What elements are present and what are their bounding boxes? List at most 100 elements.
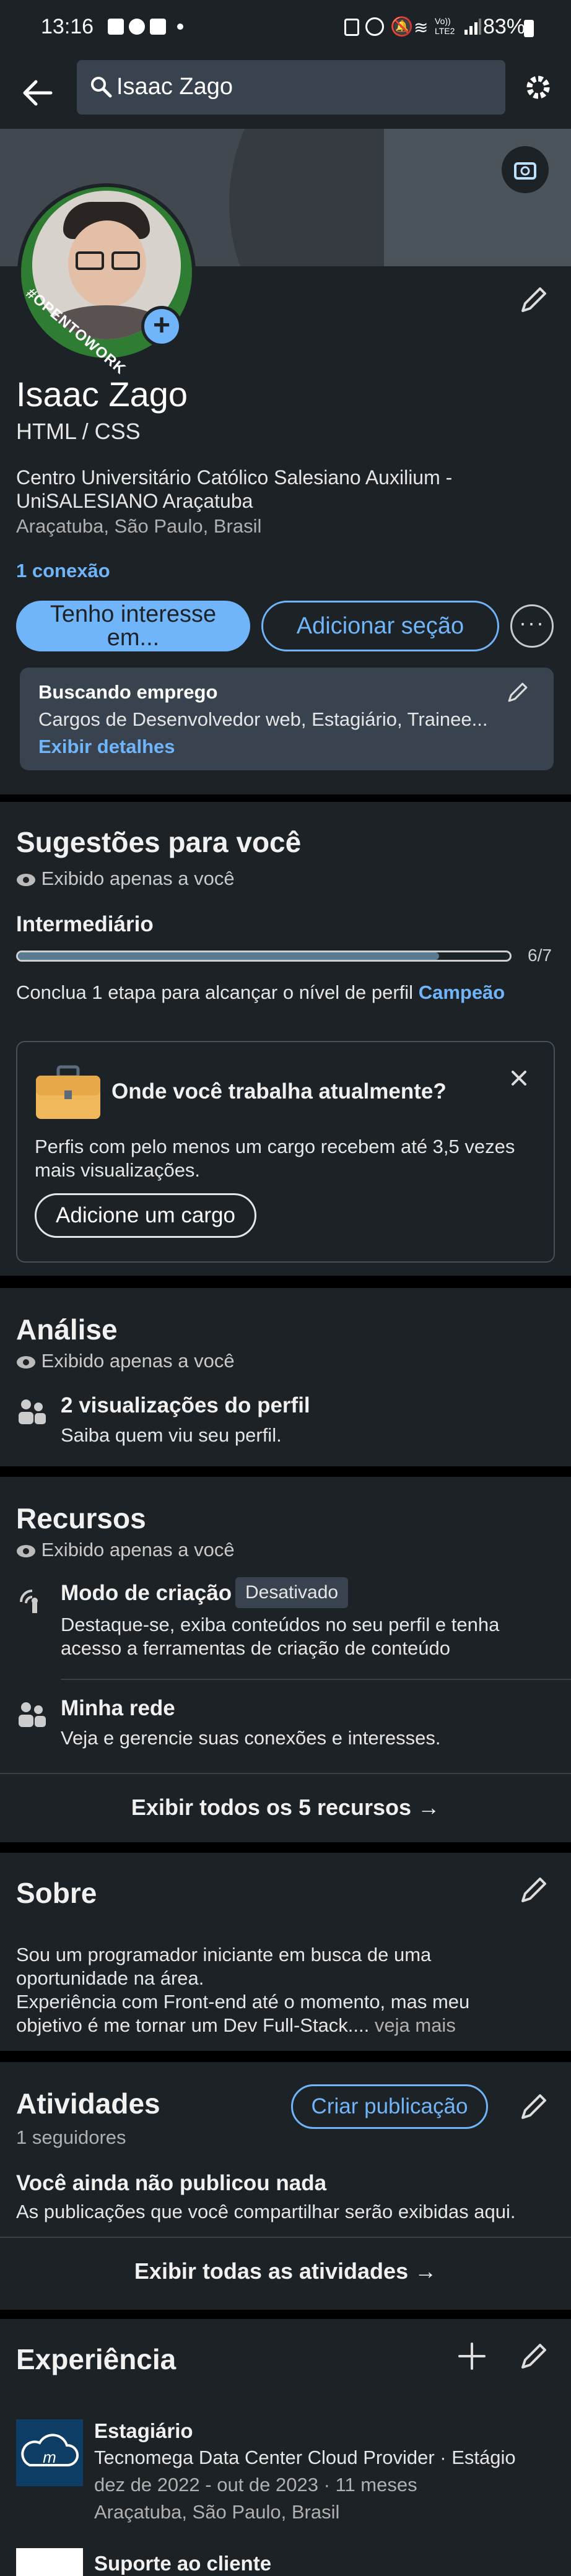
gallery-icon bbox=[108, 19, 124, 35]
resources-title: Recursos bbox=[16, 1502, 146, 1534]
search-input[interactable]: Isaac Zago bbox=[116, 74, 233, 100]
alarm-icon bbox=[365, 17, 384, 36]
signal-icon bbox=[463, 17, 482, 36]
profile-views-item[interactable]: 2 visualizações do perfil Saiba quem viu… bbox=[16, 1393, 555, 1455]
add-position-title: Onde você trabalha atualmente? bbox=[111, 1079, 447, 1103]
wifi-icon: ≋ bbox=[414, 18, 429, 37]
plus-icon: + bbox=[144, 309, 179, 344]
experience-title: Experiência bbox=[16, 2343, 177, 2375]
dismiss-close-icon[interactable] bbox=[507, 1066, 531, 1090]
people-icon bbox=[16, 1396, 47, 1427]
progress-fill bbox=[18, 952, 440, 960]
progress-label: 6/7 bbox=[528, 946, 552, 965]
about-card: Sobre Sou um programador iniciante em bu… bbox=[0, 1853, 571, 2051]
edit-intro-pencil-icon[interactable] bbox=[518, 284, 550, 316]
top-bar: Isaac Zago bbox=[0, 56, 571, 129]
experience-role: Estagiário bbox=[94, 2419, 193, 2442]
edit-job-search-pencil-icon[interactable] bbox=[505, 680, 530, 705]
app-icon bbox=[150, 19, 166, 35]
job-search-details-link[interactable]: Exibir detalhes bbox=[38, 736, 175, 758]
briefcase-icon bbox=[35, 1064, 102, 1120]
search-bar[interactable]: Isaac Zago bbox=[77, 60, 505, 115]
eye-icon bbox=[17, 1544, 35, 1557]
dot-icon bbox=[177, 24, 183, 30]
analytics-card: Análise Exibido apenas a você 2 visualiz… bbox=[0, 1288, 571, 1466]
my-network-text: Veja e gerencie suas conexões e interess… bbox=[61, 1727, 441, 1749]
job-search-title: Buscando emprego bbox=[38, 681, 218, 703]
more-icon: ··· bbox=[519, 610, 545, 635]
experience-item[interactable]: m Estagiário Tecnomega Data Center Cloud… bbox=[16, 2419, 555, 2556]
broadcast-icon bbox=[16, 1583, 47, 1614]
activities-title: Atividades bbox=[16, 2087, 160, 2120]
battery-icon bbox=[524, 20, 534, 37]
experience-dates: dez de 2022 - out de 2023 · 11 meses bbox=[94, 2474, 417, 2496]
profile-views-sub: Saiba quem viu seu perfil. bbox=[61, 1424, 282, 1446]
activities-card: Atividades 1 seguidores Criar publicação… bbox=[0, 2062, 571, 2310]
add-position-button[interactable]: Adicione um cargo bbox=[35, 1193, 256, 1238]
pinterest-icon bbox=[129, 19, 145, 35]
level-hint: Conclua 1 etapa para alcançar o nível de… bbox=[16, 981, 505, 1003]
profile-location: Araçatuba, São Paulo, Brasil bbox=[16, 515, 262, 537]
followers-count: 1 seguidores bbox=[16, 2126, 126, 2148]
resources-card: Recursos Exibido apenas a você Modo de c… bbox=[0, 1477, 571, 1842]
job-search-card[interactable]: Buscando emprego Cargos de Desenvolvedor… bbox=[20, 668, 554, 770]
experience-card: Experiência m Estagiário Tecnomega Data … bbox=[0, 2319, 571, 2576]
add-position-card: Onde você trabalha atualmente? Perfis co… bbox=[16, 1041, 555, 1263]
profile-progress-bar bbox=[16, 951, 512, 962]
suggestions-card: Sugestões para você Exibido apenas a voc… bbox=[0, 802, 571, 1276]
edit-experience-pencil-icon[interactable] bbox=[518, 2340, 550, 2372]
creator-mode-text: Destaque-se, exiba conteúdos no seu perf… bbox=[61, 1614, 500, 1659]
connections-link[interactable]: 1 conexão bbox=[16, 560, 110, 582]
edit-about-pencil-icon[interactable] bbox=[518, 1874, 550, 1906]
suggestions-private-note: Exibido apenas a você bbox=[16, 868, 235, 890]
more-options-button[interactable]: ··· bbox=[510, 604, 554, 648]
company-logo bbox=[16, 2548, 83, 2576]
people-icon bbox=[16, 1699, 47, 1730]
level-target[interactable]: Campeão bbox=[419, 981, 505, 1003]
about-text-line-1: Sou um programador iniciante em busca de… bbox=[16, 1944, 432, 1989]
back-arrow-icon[interactable] bbox=[19, 74, 56, 111]
analytics-private-note: Exibido apenas a você bbox=[16, 1350, 235, 1372]
add-photo-button[interactable]: + bbox=[141, 306, 182, 347]
profile-level: Intermediário bbox=[16, 912, 154, 936]
experience-location: Araçatuba, São Paulo, Brasil bbox=[94, 2501, 340, 2523]
company-logo-cloud-icon: m bbox=[16, 2419, 83, 2486]
creator-mode-title: Modo de criação bbox=[61, 1581, 232, 1605]
add-experience-plus-icon[interactable] bbox=[456, 2340, 488, 2372]
status-bar: 13:16 🔕 ≋ Vo)) LTE2 83% bbox=[0, 0, 571, 56]
show-all-activities-button[interactable]: Exibir todas as atividades → bbox=[0, 2237, 571, 2306]
edit-cover-camera-icon[interactable] bbox=[502, 146, 549, 193]
profile-headline: HTML / CSS bbox=[16, 419, 141, 444]
open-to-button[interactable]: Tenho interesse em... bbox=[16, 601, 250, 651]
no-posts-text: As publicações que você compartilhar ser… bbox=[16, 2201, 516, 2222]
my-network-title: Minha rede bbox=[61, 1696, 175, 1720]
profile-views-title: 2 visualizações do perfil bbox=[61, 1393, 310, 1417]
creator-mode-item[interactable]: Modo de criação Desativado Destaque-se, … bbox=[16, 1577, 555, 1661]
mute-icon: 🔕 bbox=[390, 17, 414, 37]
my-network-item[interactable]: Minha rede Veja e gerencie suas conexões… bbox=[16, 1696, 555, 1758]
experience-company: Tecnomega Data Center Cloud Provider · E… bbox=[94, 2447, 516, 2468]
svg-text:m: m bbox=[43, 2448, 56, 2466]
see-more-link[interactable]: veja mais bbox=[375, 2014, 456, 2036]
search-icon bbox=[89, 75, 113, 98]
resources-private-note: Exibido apenas a você bbox=[16, 1539, 235, 1561]
profile-name: Isaac Zago bbox=[16, 375, 188, 414]
suggestions-title: Sugestões para você bbox=[16, 826, 302, 858]
add-section-button[interactable]: Adicionar seção bbox=[261, 601, 499, 651]
about-text: Sou um programador iniciante em busca de… bbox=[16, 1943, 499, 2037]
experience-item[interactable]: Suporte ao cliente bbox=[16, 2548, 555, 2576]
add-section-label: Adicionar seção bbox=[296, 612, 464, 639]
profile-education: Centro Universitário Católico Salesiano … bbox=[16, 466, 453, 512]
open-to-label: Tenho interesse em... bbox=[50, 601, 217, 651]
profile-card: #OPENTOWORK + Isaac Zago HTML / CSS Cent… bbox=[0, 129, 571, 794]
edit-activities-pencil-icon[interactable] bbox=[518, 2091, 550, 2123]
experience-role: Suporte ao cliente bbox=[94, 2552, 272, 2575]
create-post-button[interactable]: Criar publicação bbox=[291, 2084, 488, 2129]
no-posts-title: Você ainda não publicou nada bbox=[16, 2171, 327, 2195]
settings-gear-icon[interactable] bbox=[521, 71, 555, 104]
divider bbox=[61, 1679, 571, 1680]
eye-icon bbox=[17, 1355, 35, 1368]
show-all-resources-button[interactable]: Exibir todos os 5 recursos → bbox=[0, 1773, 571, 1842]
battery-percent: 83% bbox=[483, 15, 526, 38]
eye-icon bbox=[17, 873, 35, 886]
